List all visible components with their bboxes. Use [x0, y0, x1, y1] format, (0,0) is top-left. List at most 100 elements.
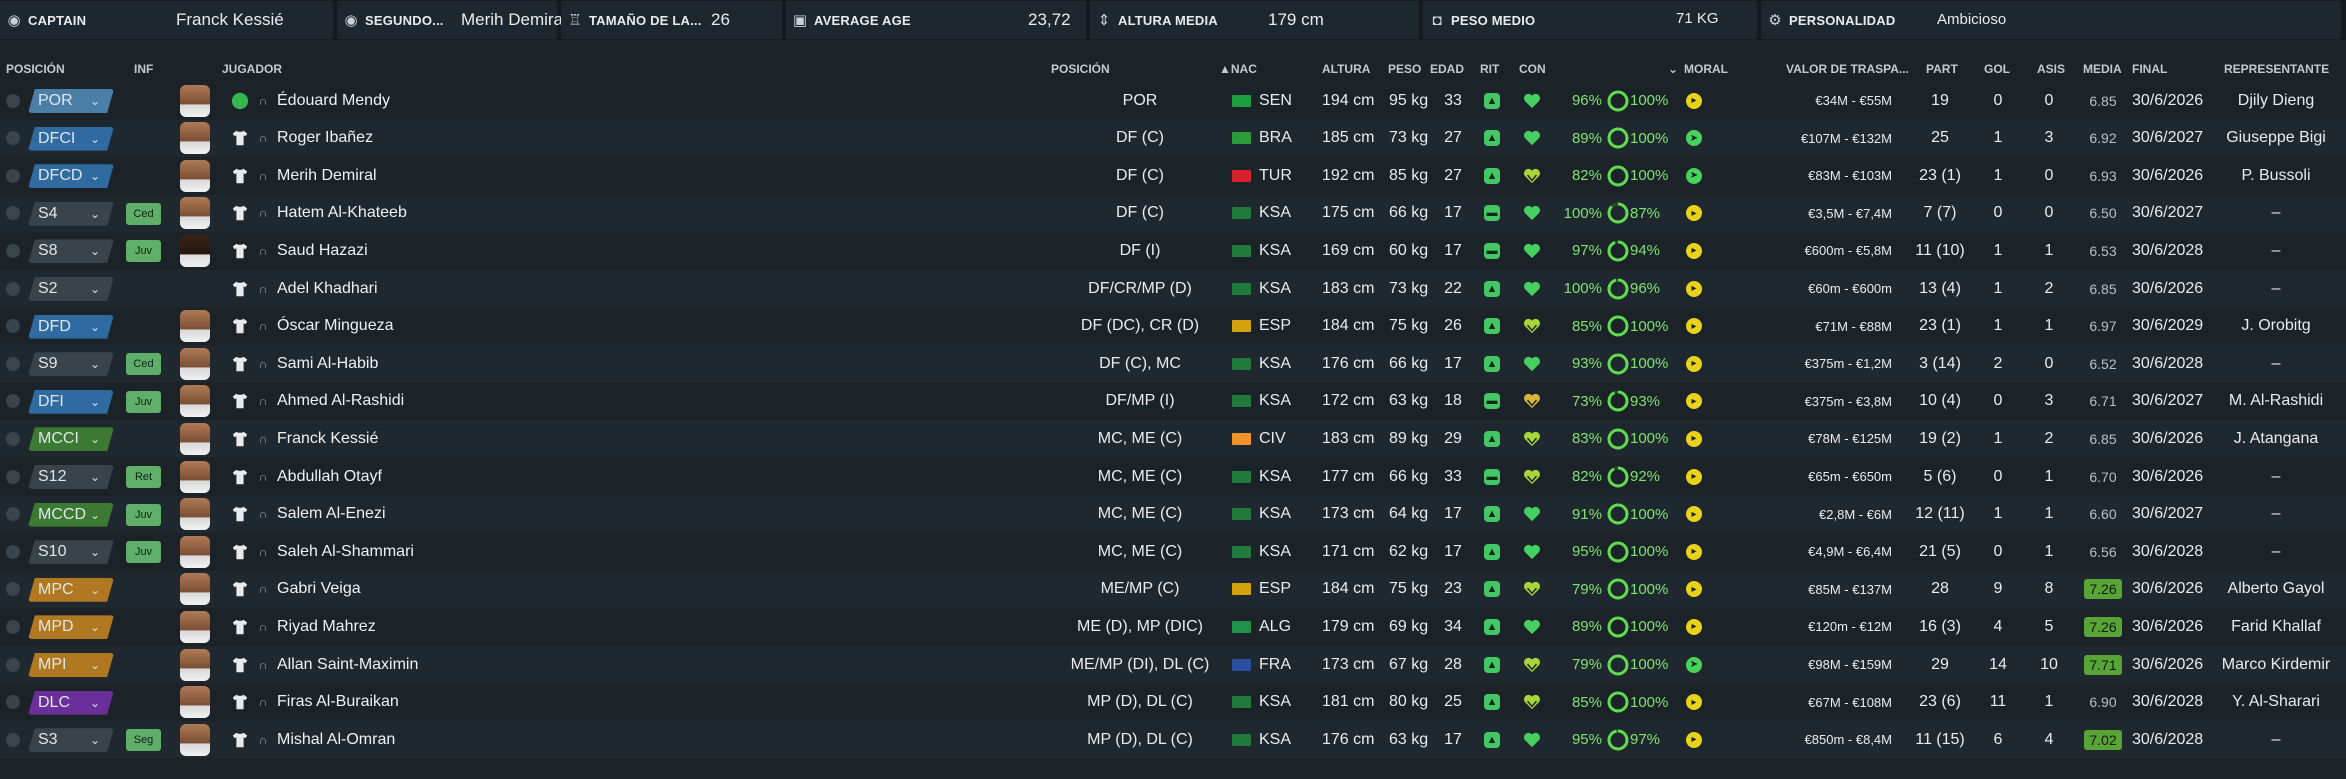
agent-name[interactable]: – [2210, 496, 2342, 533]
position-selector[interactable]: S8 ⌄ [28, 239, 114, 264]
select-checkbox[interactable] [6, 120, 22, 157]
position-selector[interactable]: S10 ⌄ [28, 540, 114, 565]
position-selector[interactable]: POR ⌄ [28, 89, 114, 113]
col-partidos[interactable]: PART [1926, 62, 1958, 76]
agent-name[interactable]: J. Atangana [2210, 420, 2342, 457]
player-nationality[interactable]: KSA [1259, 721, 1291, 758]
player-name-link[interactable]: Roger Ibañez [277, 120, 373, 157]
position-selector[interactable]: DFI ⌄ [28, 389, 114, 414]
position-selector[interactable]: MPC ⌄ [28, 577, 114, 602]
col-final[interactable]: FINAL [2132, 62, 2167, 76]
select-checkbox[interactable] [6, 270, 22, 307]
col-altura[interactable]: ALTURA [1322, 62, 1370, 76]
select-checkbox[interactable] [6, 684, 22, 721]
agent-name[interactable]: – [2210, 458, 2342, 495]
select-checkbox[interactable] [6, 82, 22, 119]
col-asistencias[interactable]: ASIS [2037, 62, 2065, 76]
agent-name[interactable]: Djily Dieng [2210, 82, 2342, 119]
select-checkbox[interactable] [6, 608, 22, 645]
col-peso[interactable]: PESO [1388, 62, 1421, 76]
col-valor[interactable]: VALOR DE TRASPA... [1786, 62, 1909, 76]
table-row[interactable]: S9 ⌄ Ced ∩ Sami Al-Habib DF (C), MC KSA 1… [0, 345, 2346, 383]
select-checkbox[interactable] [6, 721, 22, 758]
position-selector[interactable]: DLC ⌄ [28, 690, 114, 715]
table-row[interactable]: DFI ⌄ Juv ∩ Ahmed Al-Rashidi DF/MP (I) KS… [0, 383, 2346, 420]
player-name-link[interactable]: Ahmed Al-Rashidi [277, 383, 404, 420]
select-checkbox[interactable] [6, 157, 22, 194]
captain-stat[interactable]: ◉ CAPTAIN Franck Kessié [0, 1, 333, 39]
agent-name[interactable]: – [2210, 533, 2342, 570]
player-name-link[interactable]: Saleh Al-Shammari [277, 533, 414, 570]
player-nationality[interactable]: TUR [1259, 157, 1292, 194]
select-checkbox[interactable] [6, 496, 22, 533]
table-row[interactable]: S2 ⌄ ∩ Adel Khadhari DF/CR/MP (D) KSA 183… [0, 270, 2346, 307]
player-name-link[interactable]: Firas Al-Buraikan [277, 684, 399, 721]
table-row[interactable]: S8 ⌄ Juv ∩ Saud Hazazi DF (I) KSA 169 cm … [0, 232, 2346, 269]
average-weight-stat[interactable]: ◘ PESO MEDIO 71 KG [1423, 1, 1757, 39]
agent-name[interactable]: – [2210, 270, 2342, 307]
player-name-link[interactable]: Sami Al-Habib [277, 345, 378, 382]
table-row[interactable]: DFCD ⌄ ∩ Merih Demiral DF (C) TUR 192 cm … [0, 157, 2346, 194]
player-nationality[interactable]: ESP [1259, 308, 1291, 345]
select-checkbox[interactable] [6, 533, 22, 570]
select-checkbox[interactable] [6, 646, 22, 683]
position-selector[interactable]: S2 ⌄ [28, 277, 114, 301]
col-condicion[interactable]: CON [1519, 62, 1546, 76]
col-ritmo[interactable]: RIT [1480, 62, 1499, 76]
col-media[interactable]: MEDIA [2083, 62, 2122, 76]
player-nationality[interactable]: KSA [1259, 496, 1291, 533]
agent-name[interactable]: Farid Khallaf [2210, 608, 2342, 645]
player-name-link[interactable]: Hatem Al-Khateeb [277, 195, 407, 232]
table-row[interactable]: POR ⌄ ∩ Édouard Mendy POR SEN 194 cm 95 k… [0, 82, 2346, 119]
table-row[interactable]: S12 ⌄ Ret ∩ Abdullah Otayf MC, ME (C) KSA… [0, 458, 2346, 495]
table-row[interactable]: MCCD ⌄ Juv ∩ Salem Al-Enezi MC, ME (C) KS… [0, 495, 2346, 533]
player-name-link[interactable]: Salem Al-Enezi [277, 496, 386, 533]
table-row[interactable]: S10 ⌄ Juv ∩ Saleh Al-Shammari MC, ME (C) … [0, 533, 2346, 570]
player-nationality[interactable]: KSA [1259, 232, 1291, 269]
select-checkbox[interactable] [6, 383, 22, 420]
average-age-stat[interactable]: ▣ AVERAGE AGE 23,72 [786, 1, 1086, 39]
position-selector[interactable]: DFCD ⌄ [28, 164, 114, 189]
player-name-link[interactable]: Riyad Mahrez [277, 608, 376, 645]
player-nationality[interactable]: KSA [1259, 533, 1291, 570]
squad-size-stat[interactable]: ♖ TAMAÑO DE LA... 26 [561, 1, 782, 39]
position-selector[interactable]: MPI ⌄ [28, 653, 114, 677]
agent-name[interactable]: Y. Al-Sharari [2210, 684, 2342, 721]
player-name-link[interactable]: Franck Kessié [277, 420, 378, 457]
position-selector[interactable]: DFCI ⌄ [28, 126, 114, 151]
table-row[interactable]: DFD ⌄ ∩ Óscar Mingueza DF (DC), CR (D) ES… [0, 308, 2346, 345]
table-row[interactable]: DFCI ⌄ ∩ Roger Ibañez DF (C) BRA 185 cm 7… [0, 119, 2346, 157]
select-checkbox[interactable] [6, 195, 22, 232]
table-row[interactable]: S4 ⌄ Ced ∩ Hatem Al-Khateeb DF (C) KSA 17… [0, 194, 2346, 232]
col-posicion-natural[interactable]: POSICIÓN [1051, 62, 1110, 76]
player-name-link[interactable]: Merih Demiral [277, 157, 377, 194]
sort-chevron-icon[interactable]: ⌄ [1668, 62, 1678, 76]
player-nationality[interactable]: KSA [1259, 458, 1291, 495]
agent-name[interactable]: J. Orobitg [2210, 308, 2342, 345]
agent-name[interactable]: – [2210, 232, 2342, 269]
col-edad[interactable]: EDAD [1430, 62, 1464, 76]
player-name-link[interactable]: Allan Saint-Maximin [277, 646, 418, 683]
col-goles[interactable]: GOL [1984, 62, 2010, 76]
select-checkbox[interactable] [6, 571, 22, 608]
col-inf[interactable]: INF [134, 62, 153, 76]
position-selector[interactable]: S12 ⌄ [28, 465, 114, 489]
position-selector[interactable]: S4 ⌄ [28, 201, 114, 226]
select-checkbox[interactable] [6, 420, 22, 457]
player-nationality[interactable]: KSA [1259, 270, 1291, 307]
table-row[interactable]: S3 ⌄ Seg ∩ Mishal Al-Omran MP (D), DL (C)… [0, 721, 2346, 759]
agent-name[interactable]: Marco Kirdemir [2210, 646, 2342, 683]
player-nationality[interactable]: CIV [1259, 420, 1286, 457]
col-moral[interactable]: MORAL [1684, 62, 1728, 76]
position-selector[interactable]: S9 ⌄ [28, 352, 114, 377]
position-selector[interactable]: MCCD ⌄ [28, 502, 114, 527]
player-name-link[interactable]: Óscar Mingueza [277, 308, 394, 345]
select-checkbox[interactable] [6, 458, 22, 495]
agent-name[interactable]: – [2210, 345, 2342, 382]
player-nationality[interactable]: KSA [1259, 195, 1291, 232]
table-row[interactable]: MPI ⌄ ∩ Allan Saint-Maximin ME/MP (DI), D… [0, 646, 2346, 683]
agent-name[interactable]: Giuseppe Bigi [2210, 120, 2342, 157]
col-posicion[interactable]: POSICIÓN [6, 62, 65, 76]
agent-name[interactable]: P. Bussoli [2210, 157, 2342, 194]
table-row[interactable]: DLC ⌄ ∩ Firas Al-Buraikan MP (D), DL (C) … [0, 684, 2346, 721]
